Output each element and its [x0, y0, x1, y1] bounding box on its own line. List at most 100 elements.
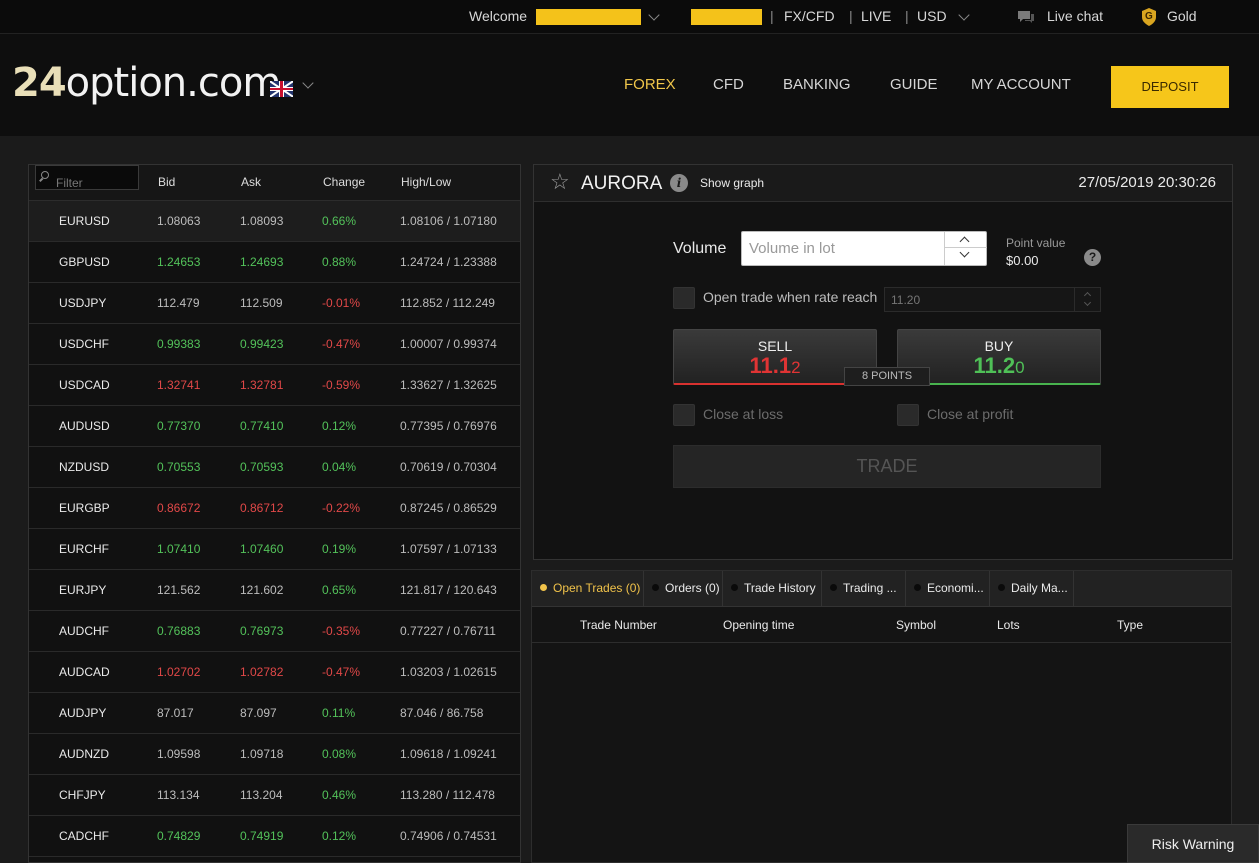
- quotes-header: Filter Bid Ask Change High/Low: [29, 165, 520, 201]
- tab-open-trades[interactable]: Open Trades (0): [532, 571, 644, 606]
- volume-label: Volume: [673, 240, 727, 257]
- volume-decrease-button[interactable]: [945, 247, 987, 264]
- quote-row[interactable]: EURJPY 121.562 121.602 0.65% 121.817 / 120.6…: [29, 570, 520, 611]
- col-bid[interactable]: Bid: [158, 165, 175, 200]
- rate-stepper[interactable]: [1074, 288, 1100, 311]
- quote-symbol: EURCHF: [59, 542, 109, 556]
- quote-row[interactable]: AUDUSD 0.77370 0.77410 0.12% 0.77395 / 0.769…: [29, 406, 520, 447]
- favorite-star-icon[interactable]: ☆: [550, 171, 570, 193]
- col-ask[interactable]: Ask: [241, 165, 261, 200]
- trade-button[interactable]: TRADE: [673, 445, 1101, 488]
- live-chat-link[interactable]: Live chat: [1047, 0, 1103, 34]
- col-high-low[interactable]: High/Low: [401, 165, 451, 200]
- account-id-redacted: [691, 0, 762, 34]
- site-logo[interactable]: 24option.com: [12, 60, 281, 106]
- quote-high-low: 112.852 / 112.249: [400, 296, 495, 310]
- col-change[interactable]: Change: [323, 165, 365, 200]
- quote-high-low: 0.74906 / 0.74531: [400, 829, 497, 843]
- close-at-loss-checkbox[interactable]: [673, 404, 695, 426]
- quote-ask: 1.09718: [240, 747, 284, 761]
- nav-cfd[interactable]: CFD: [713, 76, 744, 93]
- nav-my-account[interactable]: MY ACCOUNT: [971, 76, 1071, 93]
- quote-change: -0.47%: [322, 337, 361, 351]
- open-at-rate-checkbox[interactable]: [673, 287, 695, 309]
- quote-row[interactable]: AUDCAD 1.02702 1.02782 -0.47% 1.03203 / 1.02…: [29, 652, 520, 693]
- point-value-label: Point value: [1006, 236, 1066, 250]
- volume-increase-button[interactable]: [945, 232, 987, 248]
- deposit-button[interactable]: DEPOSIT: [1111, 66, 1229, 108]
- quote-row[interactable]: AUDJPY 87.017 87.097 0.11% 87.046 / 86.758: [29, 693, 520, 734]
- quote-change: 0.12%: [322, 419, 357, 433]
- col-opening-time[interactable]: Opening time: [723, 607, 794, 643]
- quote-change: 0.88%: [322, 255, 357, 269]
- nav-forex[interactable]: FOREX: [624, 76, 676, 93]
- risk-warning-button[interactable]: Risk Warning: [1127, 824, 1259, 863]
- currency-selector[interactable]: USD: [917, 0, 947, 34]
- nav-banking[interactable]: BANKING: [783, 76, 851, 93]
- account-mode[interactable]: LIVE: [861, 0, 891, 34]
- username-redacted: [536, 0, 641, 34]
- quote-row[interactable]: CHFJPY 113.134 113.204 0.46% 113.280 / 112.4…: [29, 775, 520, 816]
- quote-symbol: EURGBP: [59, 501, 110, 515]
- tab-label: Orders (0): [665, 581, 720, 595]
- quote-bid: 1.32741: [157, 378, 201, 392]
- quote-bid: 0.86672: [157, 501, 201, 515]
- logo-number: 24: [12, 60, 67, 106]
- tab-economic[interactable]: Economi...: [906, 571, 990, 606]
- quote-ask: 0.70593: [240, 460, 284, 474]
- info-icon[interactable]: i: [670, 174, 688, 192]
- nav-guide[interactable]: GUIDE: [890, 76, 938, 93]
- account-chevron-icon[interactable]: [648, 0, 660, 34]
- quote-row[interactable]: CADCHF 0.74829 0.74919 0.12% 0.74906 / 0.745…: [29, 816, 520, 857]
- chat-icon[interactable]: [1016, 0, 1036, 34]
- volume-stepper[interactable]: [944, 232, 987, 265]
- quote-high-low: 87.046 / 86.758: [400, 706, 484, 720]
- account-type[interactable]: FX/CFD: [784, 0, 835, 34]
- quote-ask: 1.07460: [240, 542, 284, 556]
- quote-bid: 1.24653: [157, 255, 201, 269]
- quote-change: 0.08%: [322, 747, 357, 761]
- divider: |: [905, 8, 909, 24]
- quote-row[interactable]: EURUSD 1.08063 1.08093 0.66% 1.08106 / 1.071…: [29, 201, 520, 242]
- language-chevron-icon[interactable]: [302, 77, 314, 89]
- quote-bid: 0.99383: [157, 337, 201, 351]
- sell-label: SELL: [757, 337, 793, 354]
- tab-orders[interactable]: Orders (0): [644, 571, 723, 606]
- currency-chevron-icon[interactable]: [958, 0, 970, 34]
- quote-bid: 121.562: [157, 583, 201, 597]
- tab-trade-history[interactable]: Trade History: [723, 571, 822, 606]
- tab-daily-market[interactable]: Daily Ma...: [990, 571, 1074, 606]
- quote-symbol: CADCHF: [59, 829, 109, 843]
- chevron-down-icon: [959, 247, 970, 258]
- quote-row[interactable]: EURCHF 1.07410 1.07460 0.19% 1.07597 / 1.071…: [29, 529, 520, 570]
- trades-panel: Open Trades (0) Orders (0) Trade History…: [531, 570, 1232, 863]
- rate-input[interactable]: [884, 287, 1101, 312]
- quote-row[interactable]: NZDUSD 0.70553 0.70593 0.04% 0.70619 / 0.703…: [29, 447, 520, 488]
- quote-row[interactable]: USDCAD 1.32741 1.32781 -0.59% 1.33627 / 1.32…: [29, 365, 520, 406]
- close-at-profit-label: Close at profit: [927, 406, 1014, 422]
- quote-row[interactable]: AUDCHF 0.76883 0.76973 -0.35% 0.77227 / 0.76…: [29, 611, 520, 652]
- tier-label[interactable]: Gold: [1167, 0, 1197, 34]
- main-header: 24option.com FOREX CFD BANKING GUIDE MY …: [0, 34, 1259, 136]
- quote-row[interactable]: USDCHF 0.99383 0.99423 -0.47% 1.00007 / 0.99…: [29, 324, 520, 365]
- quote-change: 0.66%: [322, 214, 357, 228]
- sell-price-tail: 2: [791, 357, 801, 377]
- help-icon[interactable]: ?: [1084, 249, 1101, 266]
- col-lots[interactable]: Lots: [997, 607, 1020, 643]
- quote-bid: 112.479: [157, 296, 200, 310]
- col-symbol[interactable]: Symbol: [896, 607, 936, 643]
- uk-flag-icon[interactable]: [270, 81, 293, 97]
- filter-input[interactable]: Filter: [35, 165, 139, 190]
- quote-row[interactable]: EURGBP 0.86672 0.86712 -0.22% 0.87245 / 0.86…: [29, 488, 520, 529]
- quote-row[interactable]: GBPUSD 1.24653 1.24693 0.88% 1.24724 / 1.233…: [29, 242, 520, 283]
- quote-bid: 1.08063: [157, 214, 201, 228]
- quote-row[interactable]: AUDNZD 1.09598 1.09718 0.08% 1.09618 / 1.092…: [29, 734, 520, 775]
- col-type[interactable]: Type: [1117, 607, 1143, 643]
- show-graph-link[interactable]: Show graph: [700, 176, 764, 190]
- quote-symbol: CHFJPY: [59, 788, 106, 802]
- close-at-profit-checkbox[interactable]: [897, 404, 919, 426]
- buy-label: BUY: [984, 337, 1014, 354]
- tab-trading[interactable]: Trading ...: [822, 571, 906, 606]
- quote-row[interactable]: USDJPY 112.479 112.509 -0.01% 112.852 / 112.…: [29, 283, 520, 324]
- col-trade-number[interactable]: Trade Number: [580, 607, 657, 643]
